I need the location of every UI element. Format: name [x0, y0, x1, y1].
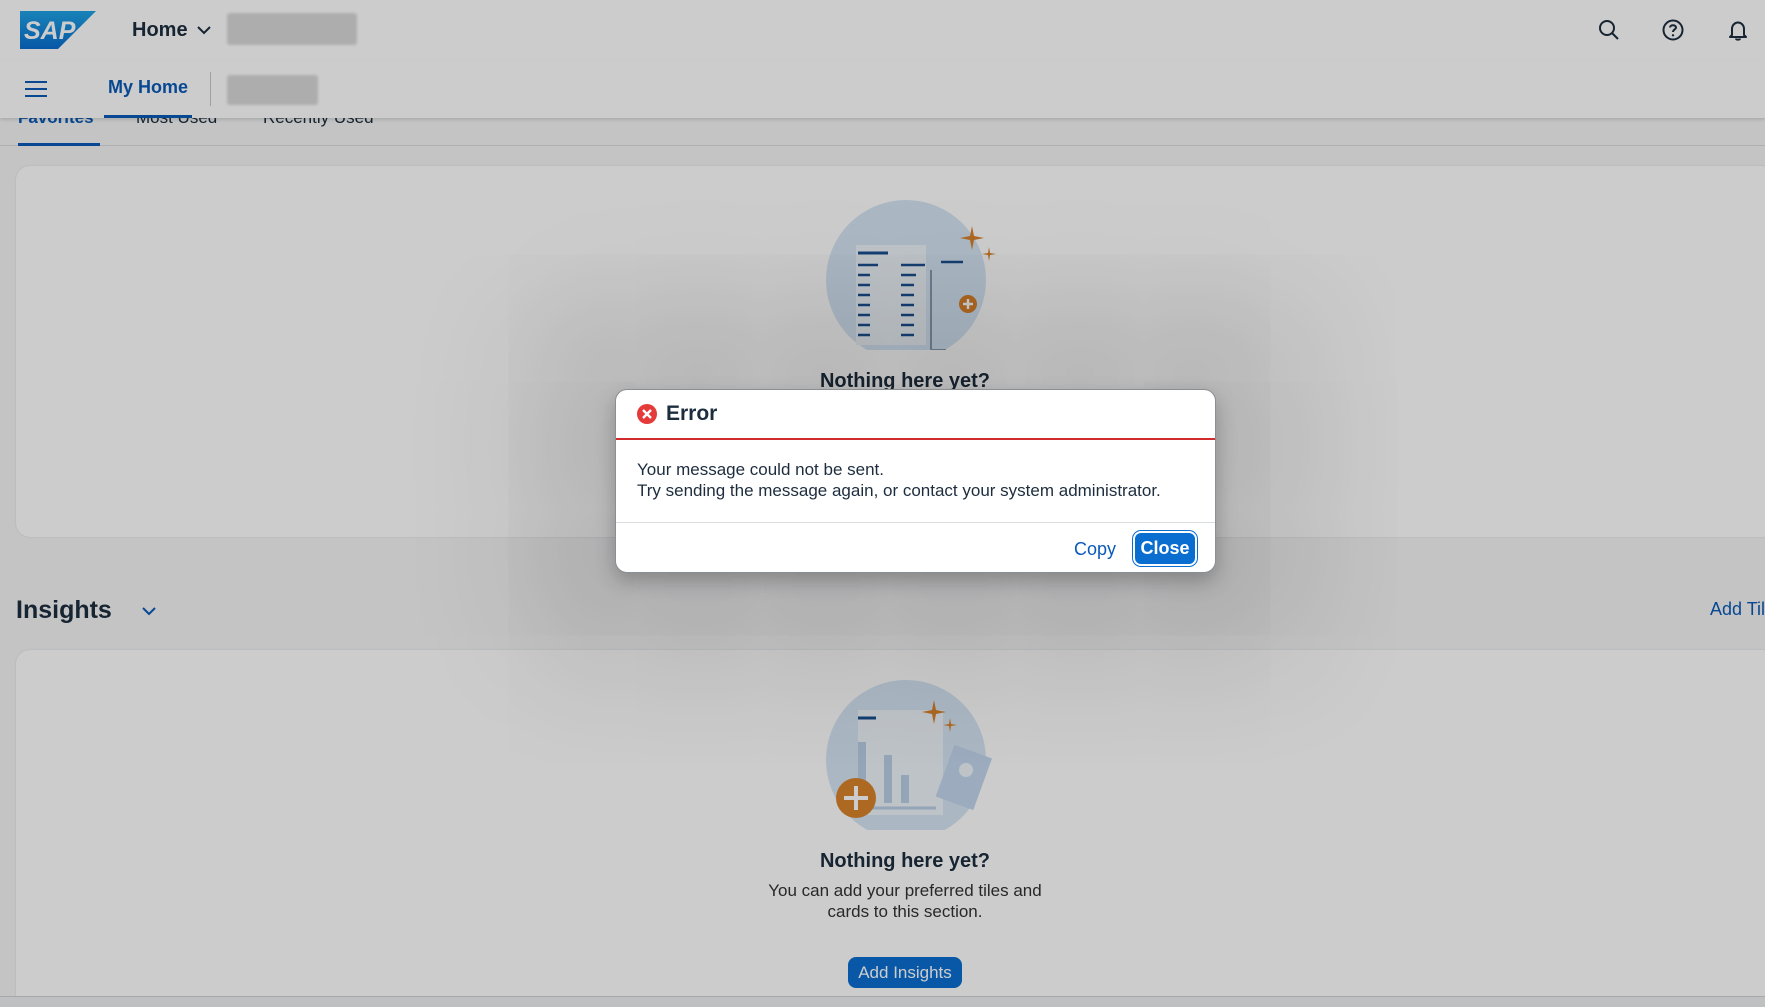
error-message-line1: Your message could not be sent.	[637, 460, 884, 479]
error-dialog-message: Your message could not be sent. Try send…	[637, 459, 1161, 501]
error-dialog: Error Your message could not be sent. Tr…	[615, 389, 1216, 573]
close-button[interactable]: Close	[1132, 530, 1198, 567]
copy-button[interactable]: Copy	[1068, 533, 1122, 565]
error-dialog-footer: Copy Close	[616, 522, 1215, 574]
error-dialog-title: Error	[666, 402, 718, 425]
error-dialog-header: Error	[616, 390, 1215, 440]
error-icon	[637, 404, 657, 424]
error-message-line2: Try sending the message again, or contac…	[637, 481, 1161, 500]
